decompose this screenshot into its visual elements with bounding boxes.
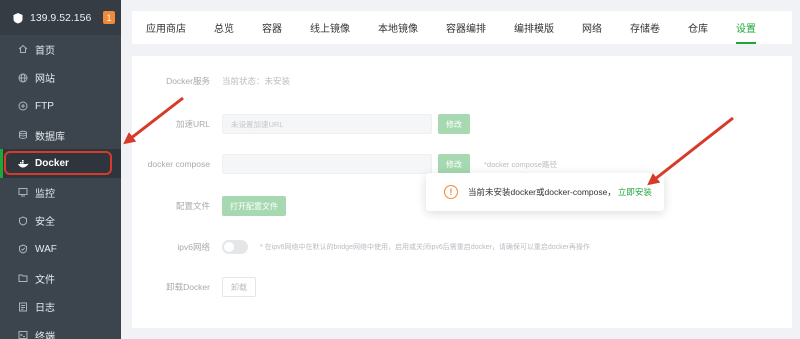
globe-icon xyxy=(17,72,29,84)
sidebar-item-home[interactable]: 首页 xyxy=(0,35,121,64)
notification-badge[interactable]: 1 xyxy=(103,11,115,24)
sidebar-item-ftp[interactable]: FTP xyxy=(0,92,121,121)
mirror-url-row: 加速URL 未设置加速URL 修改 xyxy=(132,114,470,134)
config-file-label: 配置文件 xyxy=(175,201,210,211)
database-icon xyxy=(17,129,29,141)
ftp-icon xyxy=(17,100,29,112)
sidebar-item-label: 监控 xyxy=(35,188,55,200)
log-icon xyxy=(17,301,29,313)
docker-icon xyxy=(17,158,29,170)
docker-service-status: 当前状态：未安装 xyxy=(222,76,291,86)
sidebar-item-label: 网站 xyxy=(35,74,55,86)
uninstall-button[interactable]: 卸载 xyxy=(222,277,256,297)
ipv6-hint: * 在ipv6网络中在默认的bridge网络中使用，启用或关闭ipv6后需重启d… xyxy=(260,244,590,251)
sidebar-item-monitor[interactable]: 监控 xyxy=(0,178,121,207)
tab-volumes[interactable]: 存储卷 xyxy=(616,11,674,44)
compose-path-label: docker compose xyxy=(147,159,210,169)
sidebar-item-label: Docker xyxy=(35,158,69,170)
home-icon xyxy=(17,43,29,55)
tab-overview[interactable]: 总览 xyxy=(200,11,248,44)
sidebar-item-website[interactable]: 网站 xyxy=(0,64,121,93)
sidebar-item-logs[interactable]: 日志 xyxy=(0,292,121,321)
sidebar: 139.9.52.156 1 首页 网站 FTP 数据库 Docker 监控 安… xyxy=(0,0,121,339)
tab-registry[interactable]: 仓库 xyxy=(674,11,722,44)
mirror-url-input[interactable]: 未设置加速URL xyxy=(222,114,432,134)
docker-tab-bar: 应用商店 总览 容器 线上镜像 本地镜像 容器编排 编排模版 网络 存储卷 仓库… xyxy=(132,11,792,44)
monitor-icon xyxy=(17,186,29,198)
folder-icon xyxy=(17,272,29,284)
sidebar-item-files[interactable]: 文件 xyxy=(0,264,121,293)
config-file-row: 配置文件 打开配置文件 xyxy=(132,196,286,216)
sidebar-item-label: 文件 xyxy=(35,274,55,286)
sidebar-item-label: FTP xyxy=(35,100,54,112)
sidebar-item-label: 首页 xyxy=(35,45,55,57)
waf-shield-icon xyxy=(17,243,29,255)
sidebar-menu: 首页 网站 FTP 数据库 Docker 监控 安全 WAF 文件 日志 终端 xyxy=(0,35,121,339)
docker-service-row: Docker服务 当前状态：未安装 xyxy=(132,71,290,91)
open-config-button[interactable]: 打开配置文件 xyxy=(222,196,286,216)
sidebar-item-label: WAF xyxy=(35,243,57,255)
sidebar-item-database[interactable]: 数据库 xyxy=(0,121,121,150)
sidebar-item-waf[interactable]: WAF xyxy=(0,235,121,264)
tab-settings[interactable]: 设置 xyxy=(722,11,770,44)
sidebar-item-terminal[interactable]: 终端 xyxy=(0,321,121,339)
ipv6-label: ipv6网络 xyxy=(177,242,210,252)
sidebar-item-security[interactable]: 安全 xyxy=(0,207,121,236)
server-header[interactable]: 139.9.52.156 1 xyxy=(0,0,121,35)
compose-path-hint: *docker compose路径 xyxy=(484,159,557,169)
tab-containers[interactable]: 容器 xyxy=(248,11,296,44)
warning-icon: ! xyxy=(444,185,458,199)
ipv6-row: ipv6网络 * 在ipv6网络中在默认的bridge网络中使用，启用或关闭ip… xyxy=(132,237,590,257)
uninstall-row: 卸载Docker 卸载 xyxy=(132,277,256,297)
install-now-link[interactable]: 立即安装 xyxy=(618,186,652,198)
tab-network[interactable]: 网络 xyxy=(568,11,616,44)
not-installed-popover: ! 当前未安装docker或docker-compose， 立即安装 xyxy=(426,173,664,211)
server-icon xyxy=(12,12,24,24)
tab-online-images[interactable]: 线上镜像 xyxy=(296,11,364,44)
tab-local-images[interactable]: 本地镜像 xyxy=(364,11,432,44)
sidebar-item-label: 安全 xyxy=(35,217,55,229)
sidebar-item-label: 日志 xyxy=(35,303,55,315)
docker-service-label: Docker服务 xyxy=(166,76,210,86)
sidebar-item-label: 终端 xyxy=(35,331,55,339)
terminal-icon xyxy=(17,329,29,339)
compose-modify-button[interactable]: 修改 xyxy=(438,154,470,174)
shield-icon xyxy=(17,215,29,227)
compose-path-row: docker compose 修改 *docker compose路径 xyxy=(132,154,557,174)
ipv6-toggle[interactable] xyxy=(222,240,248,254)
tab-compose[interactable]: 容器编排 xyxy=(432,11,500,44)
sidebar-item-label: 数据库 xyxy=(35,131,65,143)
mirror-modify-button[interactable]: 修改 xyxy=(438,114,470,134)
tab-compose-templates[interactable]: 编排模版 xyxy=(500,11,568,44)
mirror-url-label: 加速URL xyxy=(175,119,210,129)
uninstall-label: 卸载Docker xyxy=(166,282,210,292)
compose-path-input[interactable] xyxy=(222,154,432,174)
sidebar-item-docker[interactable]: Docker xyxy=(0,149,121,178)
tab-app-store[interactable]: 应用商店 xyxy=(132,11,200,44)
popover-message: 当前未安装docker或docker-compose， xyxy=(468,187,616,197)
server-ip: 139.9.52.156 xyxy=(30,11,92,24)
